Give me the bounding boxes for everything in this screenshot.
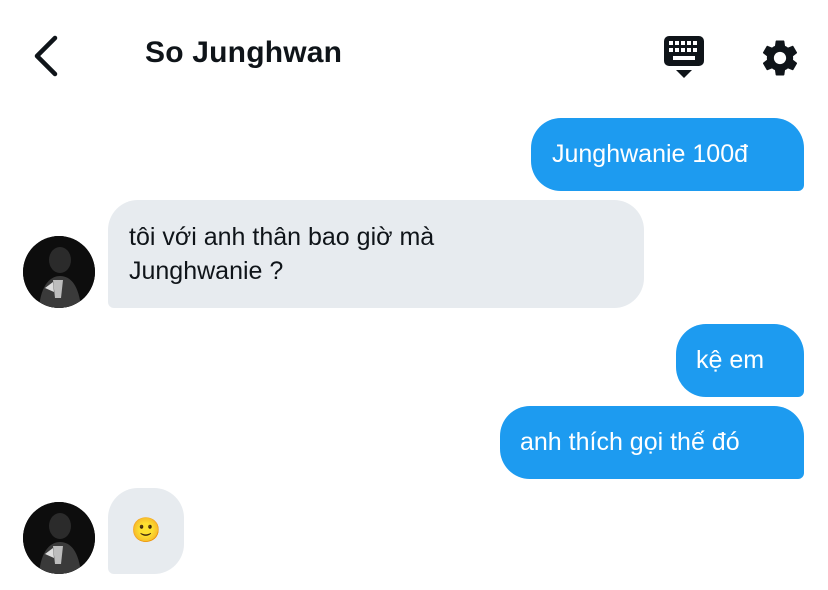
keyboard-button[interactable] bbox=[660, 34, 708, 82]
incoming-message-bubble[interactable]: 🙂 bbox=[108, 488, 184, 574]
outgoing-message-bubble[interactable]: anh thích gọi thế đó bbox=[500, 406, 804, 479]
settings-button[interactable] bbox=[756, 34, 804, 82]
avatar[interactable] bbox=[23, 236, 95, 308]
conversation-header: So Junghwan bbox=[0, 0, 828, 110]
profile-photo bbox=[23, 236, 95, 308]
message-text: kệ em bbox=[696, 346, 765, 374]
message-text: anh thích gọi thế đó bbox=[520, 428, 740, 456]
dm-conversation-screen: So Junghwan Junghwanie 100đ tôi với anh … bbox=[0, 0, 828, 590]
incoming-message-bubble[interactable]: tôi với anh thân bao giờ mà Junghwanie ? bbox=[108, 200, 644, 308]
message-text-line: tôi với anh thân bao giờ mà bbox=[129, 223, 435, 251]
message-text: Junghwanie 100đ bbox=[552, 140, 748, 168]
slightly-smiling-emoji: 🙂 bbox=[131, 517, 161, 544]
message-text-line: Junghwanie ? bbox=[129, 257, 284, 285]
outgoing-message-bubble[interactable]: kệ em bbox=[676, 324, 804, 397]
back-button[interactable] bbox=[22, 30, 70, 82]
outgoing-message-bubble[interactable]: Junghwanie 100đ bbox=[531, 118, 804, 191]
keyboard-icon bbox=[664, 36, 704, 78]
avatar[interactable] bbox=[23, 502, 95, 574]
gear-icon bbox=[762, 40, 798, 76]
profile-photo bbox=[23, 502, 95, 574]
chevron-left-icon bbox=[34, 35, 58, 77]
contact-name[interactable]: So Junghwan bbox=[145, 36, 342, 70]
